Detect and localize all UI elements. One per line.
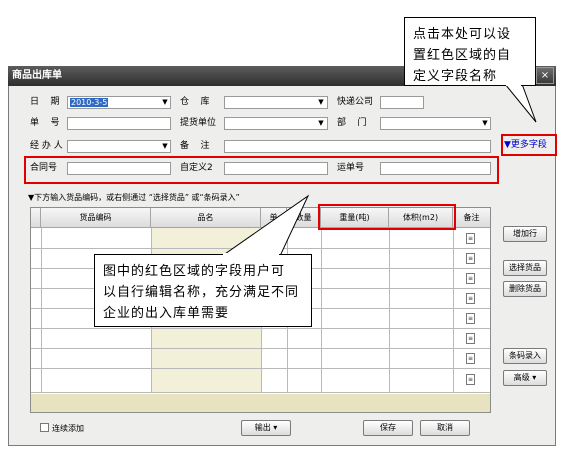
table-row[interactable] — [31, 348, 490, 349]
checkbox-icon[interactable] — [40, 423, 49, 432]
middle-callout: 图中的红色区域的字段用户可 以自行编辑名称，充分满足不同 企业的出入库单需要 — [94, 254, 312, 327]
chevron-down-icon[interactable]: ▼ — [480, 118, 490, 129]
note-icon[interactable]: ≡ — [466, 374, 475, 385]
note-icon[interactable]: ≡ — [466, 333, 475, 344]
handler-field[interactable] — [67, 140, 171, 153]
add-row-button[interactable]: 增加行 — [503, 226, 547, 242]
table-row[interactable] — [31, 248, 490, 249]
custom-columns-highlight — [318, 204, 456, 230]
pickup-unit-label: 提货单位 — [180, 118, 217, 128]
cancel-button[interactable]: 取消 — [420, 420, 470, 436]
date-field[interactable]: 2010-3-5 — [67, 96, 171, 109]
top-right-callout: 点击本处可以设 置红色区域的自 定义字段名称 — [404, 17, 536, 86]
row-header-corner — [31, 208, 41, 228]
col-goods-code[interactable]: 货品编码 — [41, 208, 151, 228]
advanced-button[interactable]: 高级 ▾ — [503, 370, 547, 386]
courier-label: 快递公司 — [337, 97, 374, 107]
note-icon[interactable]: ≡ — [466, 293, 475, 304]
chevron-down-icon[interactable]: ▼ — [160, 97, 170, 108]
table-footer — [31, 394, 490, 412]
close-button[interactable]: × — [536, 67, 554, 84]
col-unit[interactable]: 单 — [261, 208, 287, 228]
chevron-down-icon[interactable]: ▼ — [160, 141, 170, 152]
order-no-field[interactable] — [67, 117, 171, 130]
delete-goods-button[interactable]: 删除货品 — [503, 281, 547, 297]
barcode-entry-button[interactable]: 条码录入 — [503, 348, 547, 364]
courier-field[interactable] — [380, 96, 424, 109]
input-hint: ▼下方输入货品编码，或右侧通过 “选择货品” 或“条码录入” — [28, 193, 240, 202]
warehouse-field[interactable] — [224, 96, 328, 109]
save-button[interactable]: 保存 — [363, 420, 413, 436]
note-icon[interactable]: ≡ — [466, 253, 475, 264]
handler-label: 经 办 人 — [30, 141, 63, 151]
table-row[interactable] — [31, 328, 490, 329]
remark-label: 备 注 — [180, 141, 210, 151]
date-label: 日 期 — [30, 97, 60, 107]
pickup-unit-field[interactable] — [224, 117, 328, 130]
table-row[interactable] — [31, 392, 490, 393]
more-fields-highlight — [501, 134, 557, 156]
order-no-label: 单 号 — [30, 118, 60, 128]
chevron-down-icon[interactable]: ▼ — [316, 118, 326, 129]
department-label: 部 门 — [337, 118, 367, 128]
date-value: 2010-3-5 — [70, 98, 109, 107]
note-icon[interactable]: ≡ — [466, 273, 475, 284]
continuous-add-label: 连续添加 — [52, 424, 84, 433]
chevron-down-icon[interactable]: ▼ — [316, 97, 326, 108]
col-quantity[interactable]: 数量 — [287, 208, 321, 228]
remark-field[interactable] — [224, 140, 491, 153]
warehouse-label: 仓 库 — [180, 97, 210, 107]
note-icon[interactable]: ≡ — [466, 313, 475, 324]
col-product-name[interactable]: 品名 — [151, 208, 261, 228]
note-icon[interactable]: ≡ — [466, 353, 475, 364]
table-row[interactable] — [31, 368, 490, 369]
department-field[interactable] — [380, 117, 491, 130]
export-button[interactable]: 输出 ▾ — [241, 420, 291, 436]
note-icon[interactable]: ≡ — [466, 233, 475, 244]
custom-fields-highlight — [24, 156, 499, 184]
select-goods-button[interactable]: 选择货品 — [503, 260, 547, 276]
continuous-add-checkbox[interactable]: 连续添加 — [40, 423, 84, 435]
col-remark[interactable]: 备注 — [453, 208, 490, 228]
